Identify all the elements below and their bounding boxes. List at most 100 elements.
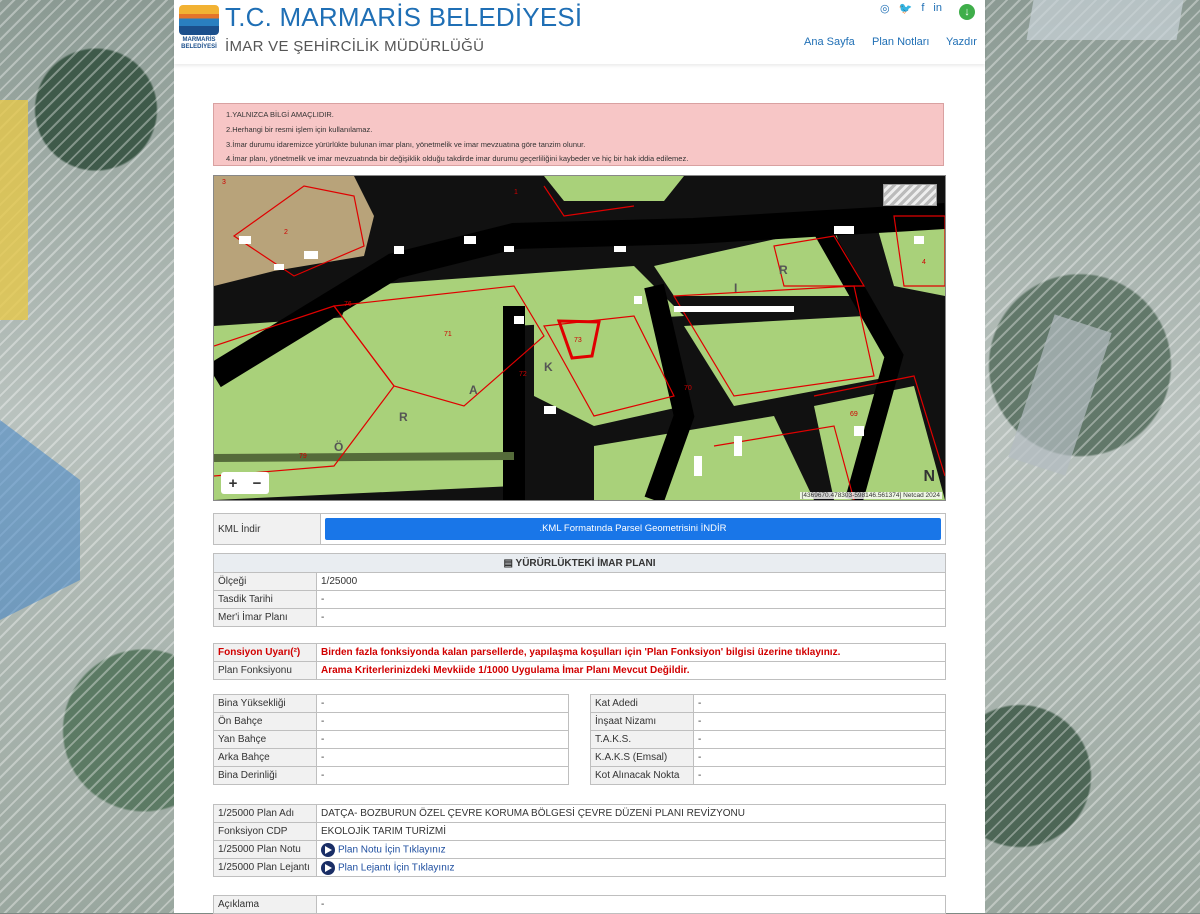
background-building [1026,0,1184,40]
row-value: - [316,694,569,713]
nav-home[interactable]: Ana Sayfa [804,36,855,48]
plan-note-cell: Plan Notu İçin Tıklayınız [316,840,946,859]
facebook-icon[interactable]: f [921,2,924,15]
row-label: Bina Derinliği [213,766,317,785]
row-value: - [316,730,569,749]
description-value: - [316,895,946,914]
map-land-area [544,176,684,201]
kml-table: KML İndir .KML Formatında Parsel Geometr… [213,513,946,545]
disclaimer-box: 1.YALNIZCA BİLGİ AMAÇLIDIR. 2.Herhangi b… [213,103,944,166]
description-label: Açıklama [213,895,317,914]
row-label: K.A.K.S (Emsal) [590,748,694,767]
linkedin-icon[interactable]: in [933,2,942,15]
row-value: EKOLOJİK TARIM TURİZMİ [316,822,946,841]
logo-emblem-icon [179,5,219,35]
row-value: - [316,766,569,785]
function-warning-text[interactable]: Birden fazla fonksiyonda kalan parseller… [316,643,946,662]
parcel-label: 4 [922,259,926,266]
disclaimer-line: 2.Herhangi bir resmi işlem için kullanıl… [226,124,373,134]
disclaimer-line: 4.İmar planı, yönetmelik ve imar mevzuat… [226,154,689,164]
zoom-out-button[interactable]: − [253,475,262,492]
plan-function-label: Plan Fonksiyonu [213,661,317,680]
row-value: - [693,694,946,713]
row-label: Mer'i İmar Planı [213,608,317,627]
row-value: - [316,590,946,609]
row-value: - [316,748,569,767]
parcel-label: 3 [222,179,226,186]
row-label: Bina Yüksekliği [213,694,317,713]
place-letter: K [544,360,553,374]
row-value: 1/25000 [316,572,946,591]
parcel-label: 73 [574,337,582,344]
row-label: 1/25000 Plan Lejantı [213,858,317,877]
parcel-label: 79 [299,453,307,460]
row-label: Tasdik Tarihi [213,590,317,609]
zoning-plan-heading: ▤ YÜRÜRLÜKTEKİ İMAR PLANI [213,553,946,573]
disclaimer-line: 3.İmar durumu idaremizce yürürlükte bulu… [226,139,586,149]
map-coordinates: [4369670.478303-598146.561374] Netcad 20… [799,492,942,499]
row-label: 1/25000 Plan Notu [213,840,317,859]
parcel-map[interactable]: 2 1 4 71 72 73 76 69 79 3 70 Ö R A K I R [213,175,946,501]
plan-function-text[interactable]: Arama Kriterlerinizdeki Mevkiide 1/1000 … [316,661,946,680]
zoning-plan-table: ▤ YÜRÜRLÜKTEKİ İMAR PLANI Ölçeği 1/25000 … [213,553,946,627]
play-icon[interactable] [321,842,335,857]
row-label: T.A.K.S. [590,730,694,749]
plan-25000-table: 1/25000 Plan Adı DATÇA- BOZBURUN ÖZEL ÇEV… [213,804,946,877]
place-letter: R [779,263,788,277]
north-arrow-icon: N [923,468,935,485]
row-value: - [693,766,946,785]
social-links: ◎ 🐦 f in [880,2,942,15]
row-label: Fonksiyon CDP [213,822,317,841]
nav-print[interactable]: Yazdır [946,36,977,48]
instagram-icon[interactable]: ◎ [880,2,890,15]
row-label: Kot Alınacak Nokta [590,766,694,785]
row-label: Kat Adedi [590,694,694,713]
parcel-label: 2 [284,229,288,236]
row-value: - [316,712,569,731]
place-letter: I [734,281,737,295]
coordinate-readout: [4369670.478303-598146.561374] [801,492,902,499]
row-label: İnşaat Nizamı [590,712,694,731]
place-letter: R [399,410,408,424]
place-letter: A [469,383,478,397]
kml-download-button[interactable]: .KML Formatında Parsel Geometrisini İNDİ… [325,518,941,540]
header: MARMARİS BELEDİYESİ T.C. MARMARİS BELEDİ… [174,0,985,64]
parcel-label: 71 [444,331,452,338]
row-value: - [693,748,946,767]
description-table: Açıklama - [213,895,946,914]
kml-label: KML İndir [213,513,321,545]
plan-legend-link[interactable]: Plan Lejantı İçin Tıklayınız [338,862,455,873]
row-value: - [316,608,946,627]
municipality-logo[interactable]: MARMARİS BELEDİYESİ [179,5,219,59]
row-label: Arka Bahçe [213,748,317,767]
map-canvas[interactable]: 2 1 4 71 72 73 76 69 79 3 70 Ö R A K I R [214,176,945,500]
logo-text: MARMARİS BELEDİYESİ [181,37,217,50]
main-page: MARMARİS BELEDİYESİ T.C. MARMARİS BELEDİ… [174,0,985,914]
parcel-label: 72 [519,371,527,378]
disclaimer-line: 1.YALNIZCA BİLGİ AMAÇLIDIR. [226,110,334,119]
background-shape [0,100,28,320]
zoom-in-button[interactable]: + [229,475,238,492]
basemap-switcher[interactable] [883,184,937,206]
row-value: - [693,712,946,731]
parcel-label: 69 [850,411,858,418]
row-label: Yan Bahçe [213,730,317,749]
place-letter: Ö [334,439,343,454]
page-subtitle: İMAR VE ŞEHİRCİLİK MÜDÜRLÜĞÜ [225,38,485,55]
building-details-right: Kat Adedi - İnşaat Nizamı - T.A.K.S. - K.A.… [590,694,946,785]
row-label: Ölçeği [213,572,317,591]
plan-note-link[interactable]: Plan Notu İçin Tıklayınız [338,844,446,855]
row-value: - [693,730,946,749]
zoning-plan-heading-text: YÜRÜRLÜKTEKİ İMAR PLANI [515,557,656,569]
map-credit: Netcad 2024 [903,492,940,499]
building-details-left: Bina Yüksekliği - Ön Bahçe - Yan Bahçe - Ar… [213,694,569,785]
map-path [214,452,515,462]
nav-plan-notes[interactable]: Plan Notları [872,36,929,48]
page-title: T.C. MARMARİS BELEDİYESİ [225,2,583,32]
kml-cell: .KML Formatında Parsel Geometrisini İNDİ… [320,513,946,545]
download-icon[interactable]: ↓ [959,4,975,20]
function-table: Fonsiyon Uyarı(²) Birden fazla fonksiyon… [213,643,946,680]
twitter-icon[interactable]: 🐦 [899,2,913,15]
play-icon[interactable] [321,860,335,875]
plan-legend-cell: Plan Lejantı İçin Tıklayınız [316,858,946,877]
